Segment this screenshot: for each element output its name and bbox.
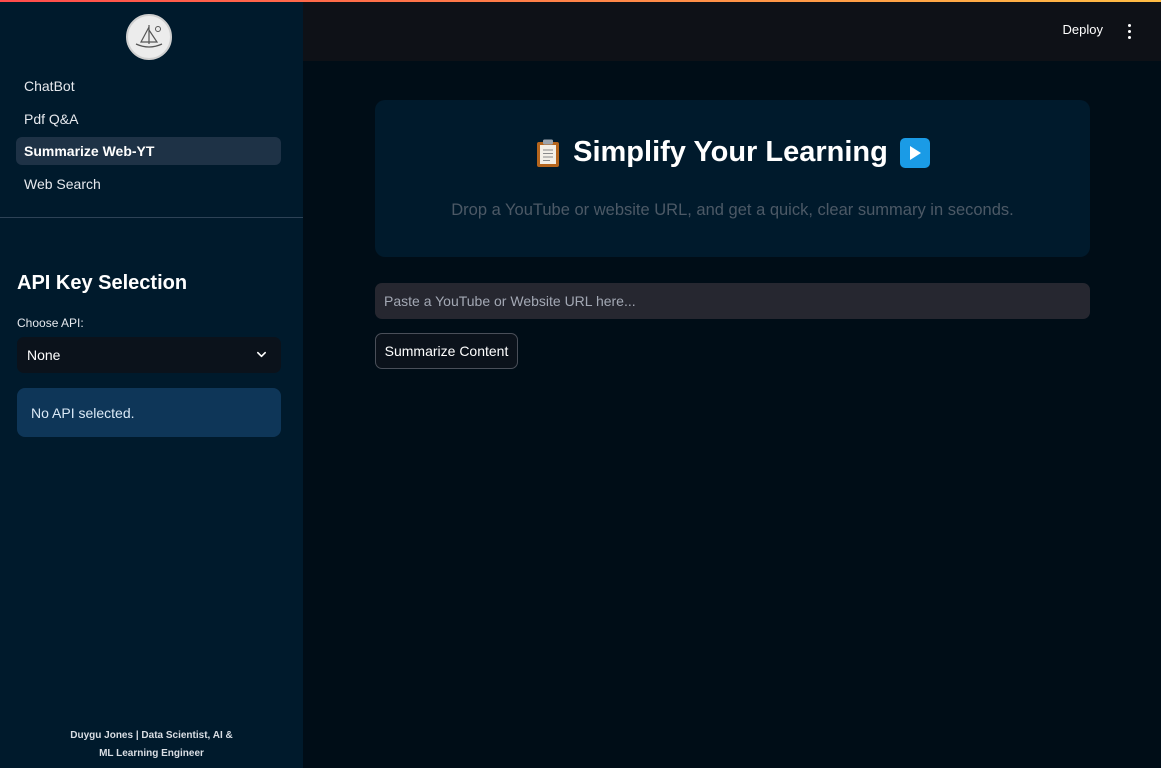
sidebar-footer: Duygu Jones | Data Scientist, AI & ML Le…	[0, 727, 303, 763]
hero-card: Simplify Your Learning Drop a YouTube or…	[375, 100, 1090, 257]
more-vertical-icon[interactable]	[1126, 24, 1132, 39]
sidebar-item-web-search[interactable]: Web Search	[16, 170, 281, 198]
footer-line-1: Duygu Jones | Data Scientist, AI &	[70, 730, 233, 741]
sidebar: ChatBot Pdf Q&A Summarize Web-YT Web Sea…	[0, 0, 303, 768]
play-icon	[899, 137, 930, 168]
sidebar-item-chatbot[interactable]: ChatBot	[16, 72, 281, 100]
chevron-down-icon	[257, 351, 266, 358]
top-accent-bar	[0, 0, 1161, 2]
api-select-value: None	[27, 347, 61, 363]
hero-subtitle: Drop a YouTube or website URL, and get a…	[451, 201, 1014, 219]
app-root: ChatBot Pdf Q&A Summarize Web-YT Web Sea…	[0, 0, 1161, 768]
sidebar-nav: ChatBot Pdf Q&A Summarize Web-YT Web Sea…	[16, 72, 281, 202]
sidebar-item-pdf-qa[interactable]: Pdf Q&A	[16, 105, 281, 133]
app-logo	[126, 14, 172, 60]
api-select[interactable]: None	[17, 337, 281, 373]
top-header: Deploy	[303, 0, 1161, 61]
footer-line-2: ML Learning Engineer	[99, 748, 204, 759]
api-info-alert: No API selected.	[17, 388, 281, 437]
api-section-title: API Key Selection	[17, 272, 188, 294]
sidebar-item-summarize-web-yt[interactable]: Summarize Web-YT	[16, 137, 281, 165]
page-title: Simplify Your Learning	[573, 136, 888, 168]
choose-api-label: Choose API:	[17, 316, 84, 330]
clipboard-icon	[537, 139, 560, 167]
deploy-button[interactable]: Deploy	[1063, 22, 1103, 37]
sidebar-divider	[0, 217, 303, 218]
summarize-content-button[interactable]: Summarize Content	[375, 333, 518, 369]
sailboat-logo-icon	[135, 25, 163, 48]
hero-title-row: Simplify Your Learning	[375, 136, 1090, 169]
url-input[interactable]	[375, 283, 1090, 319]
api-info-message: No API selected.	[31, 404, 135, 421]
